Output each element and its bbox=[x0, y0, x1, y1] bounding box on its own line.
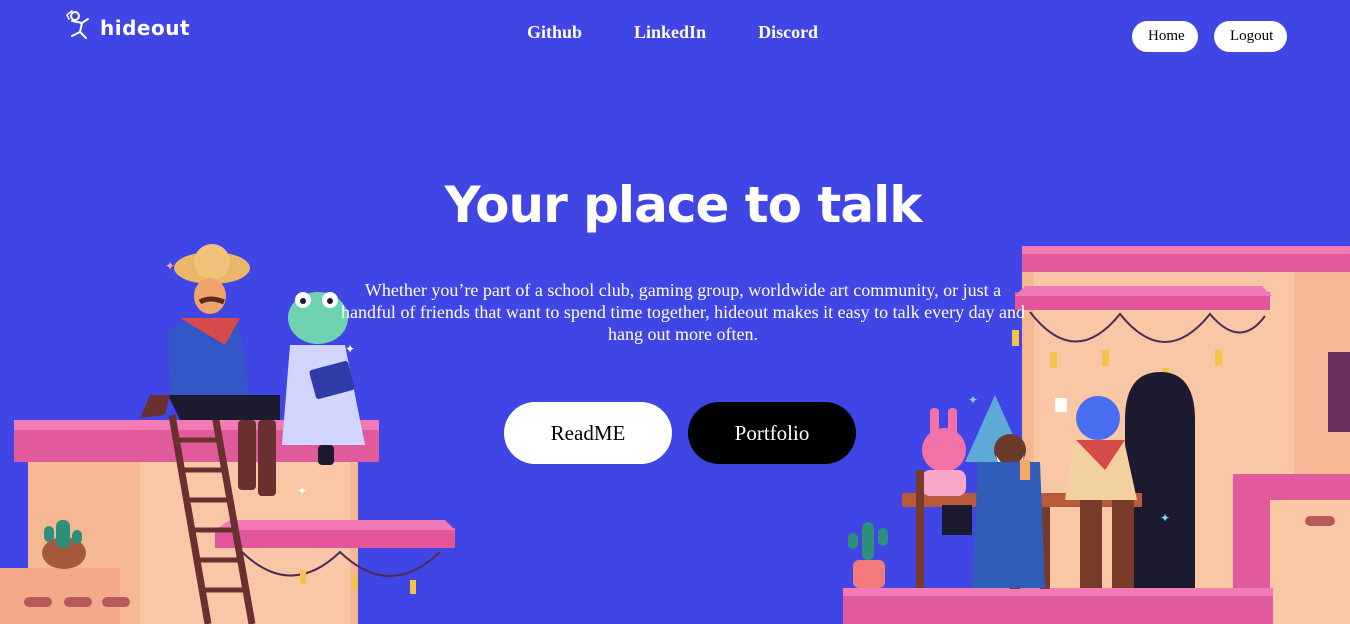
nav-links: Github LinkedIn Discord bbox=[527, 22, 818, 43]
home-button[interactable]: Home bbox=[1132, 21, 1198, 52]
portfolio-button[interactable]: Portfolio bbox=[688, 402, 856, 464]
nav-link-github[interactable]: Github bbox=[527, 22, 582, 43]
svg-text:✦: ✦ bbox=[968, 393, 978, 407]
svg-text:✦: ✦ bbox=[165, 259, 175, 273]
brand-logo[interactable]: hideout bbox=[66, 9, 191, 47]
logo-icon bbox=[66, 9, 98, 47]
svg-text:✦: ✦ bbox=[297, 484, 307, 498]
logout-button[interactable]: Logout bbox=[1214, 21, 1287, 52]
nav-link-discord[interactable]: Discord bbox=[758, 22, 818, 43]
top-nav: hideout Github LinkedIn Discord Home Log… bbox=[0, 0, 1350, 72]
nav-link-linkedin[interactable]: LinkedIn bbox=[634, 22, 706, 43]
svg-text:✦: ✦ bbox=[1160, 511, 1170, 525]
hero-title: Your place to talk bbox=[444, 176, 923, 234]
hero-description: Whether you’re part of a school club, ga… bbox=[340, 280, 1026, 344]
brand-name: hideout bbox=[100, 16, 191, 40]
readme-button[interactable]: ReadME bbox=[504, 402, 672, 464]
